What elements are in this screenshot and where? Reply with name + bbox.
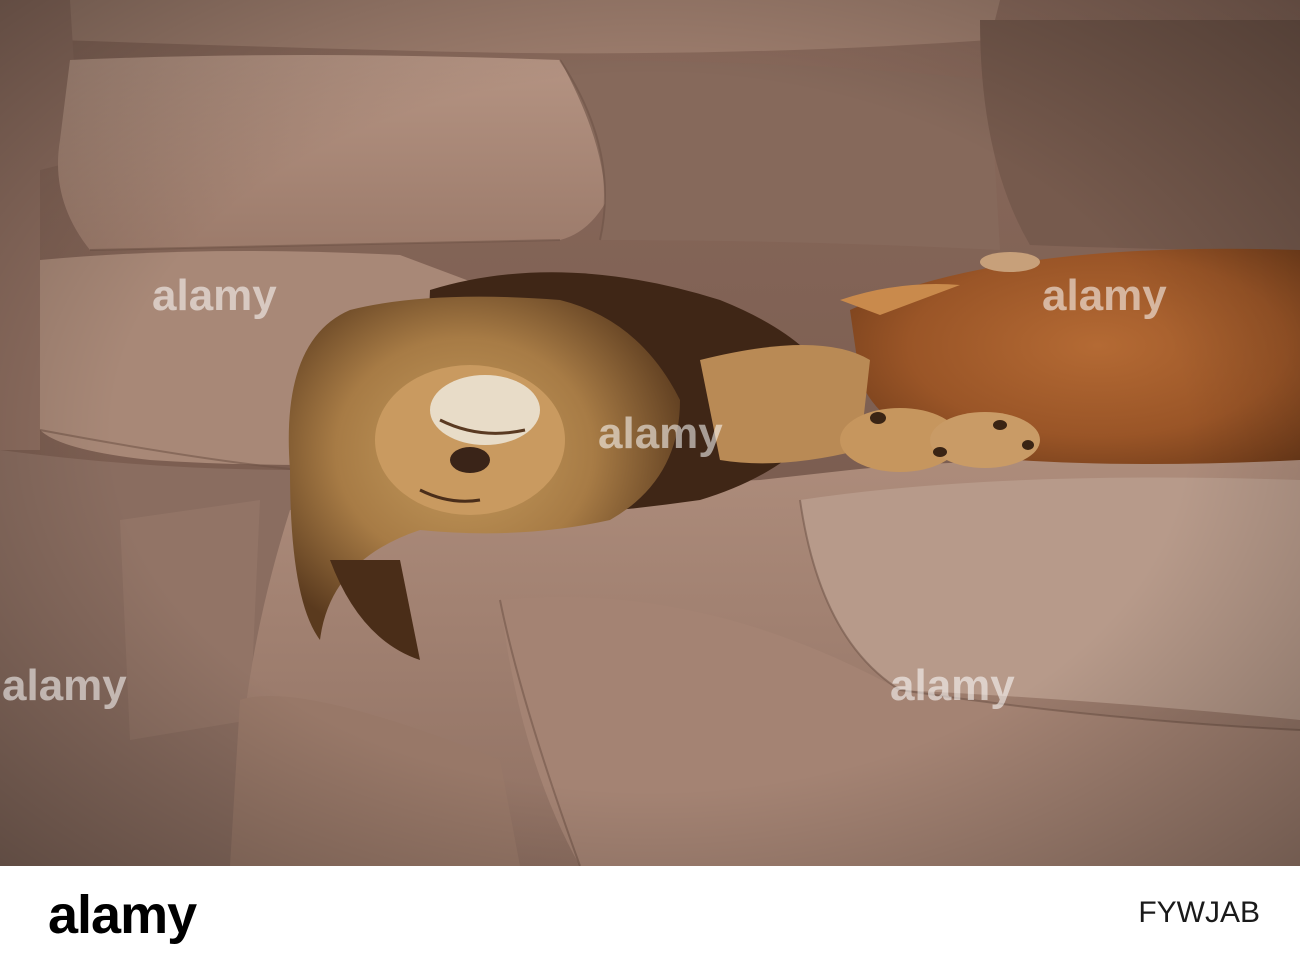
watermark-text: alamy bbox=[152, 271, 277, 320]
alamy-logo: alamy bbox=[48, 885, 197, 945]
photo-scene: alamy alamy alamy alamy alamy bbox=[0, 0, 1300, 866]
photo: alamy alamy alamy alamy alamy bbox=[0, 0, 1300, 866]
image-id: FYWJAB bbox=[1138, 896, 1260, 929]
footer-bar: alamy FYWJAB bbox=[0, 866, 1300, 956]
watermark-text: alamy bbox=[890, 661, 1015, 710]
watermark-text: alamy bbox=[2, 661, 127, 710]
watermark-text: alamy bbox=[1042, 271, 1167, 320]
watermark-text: alamy bbox=[598, 409, 723, 458]
